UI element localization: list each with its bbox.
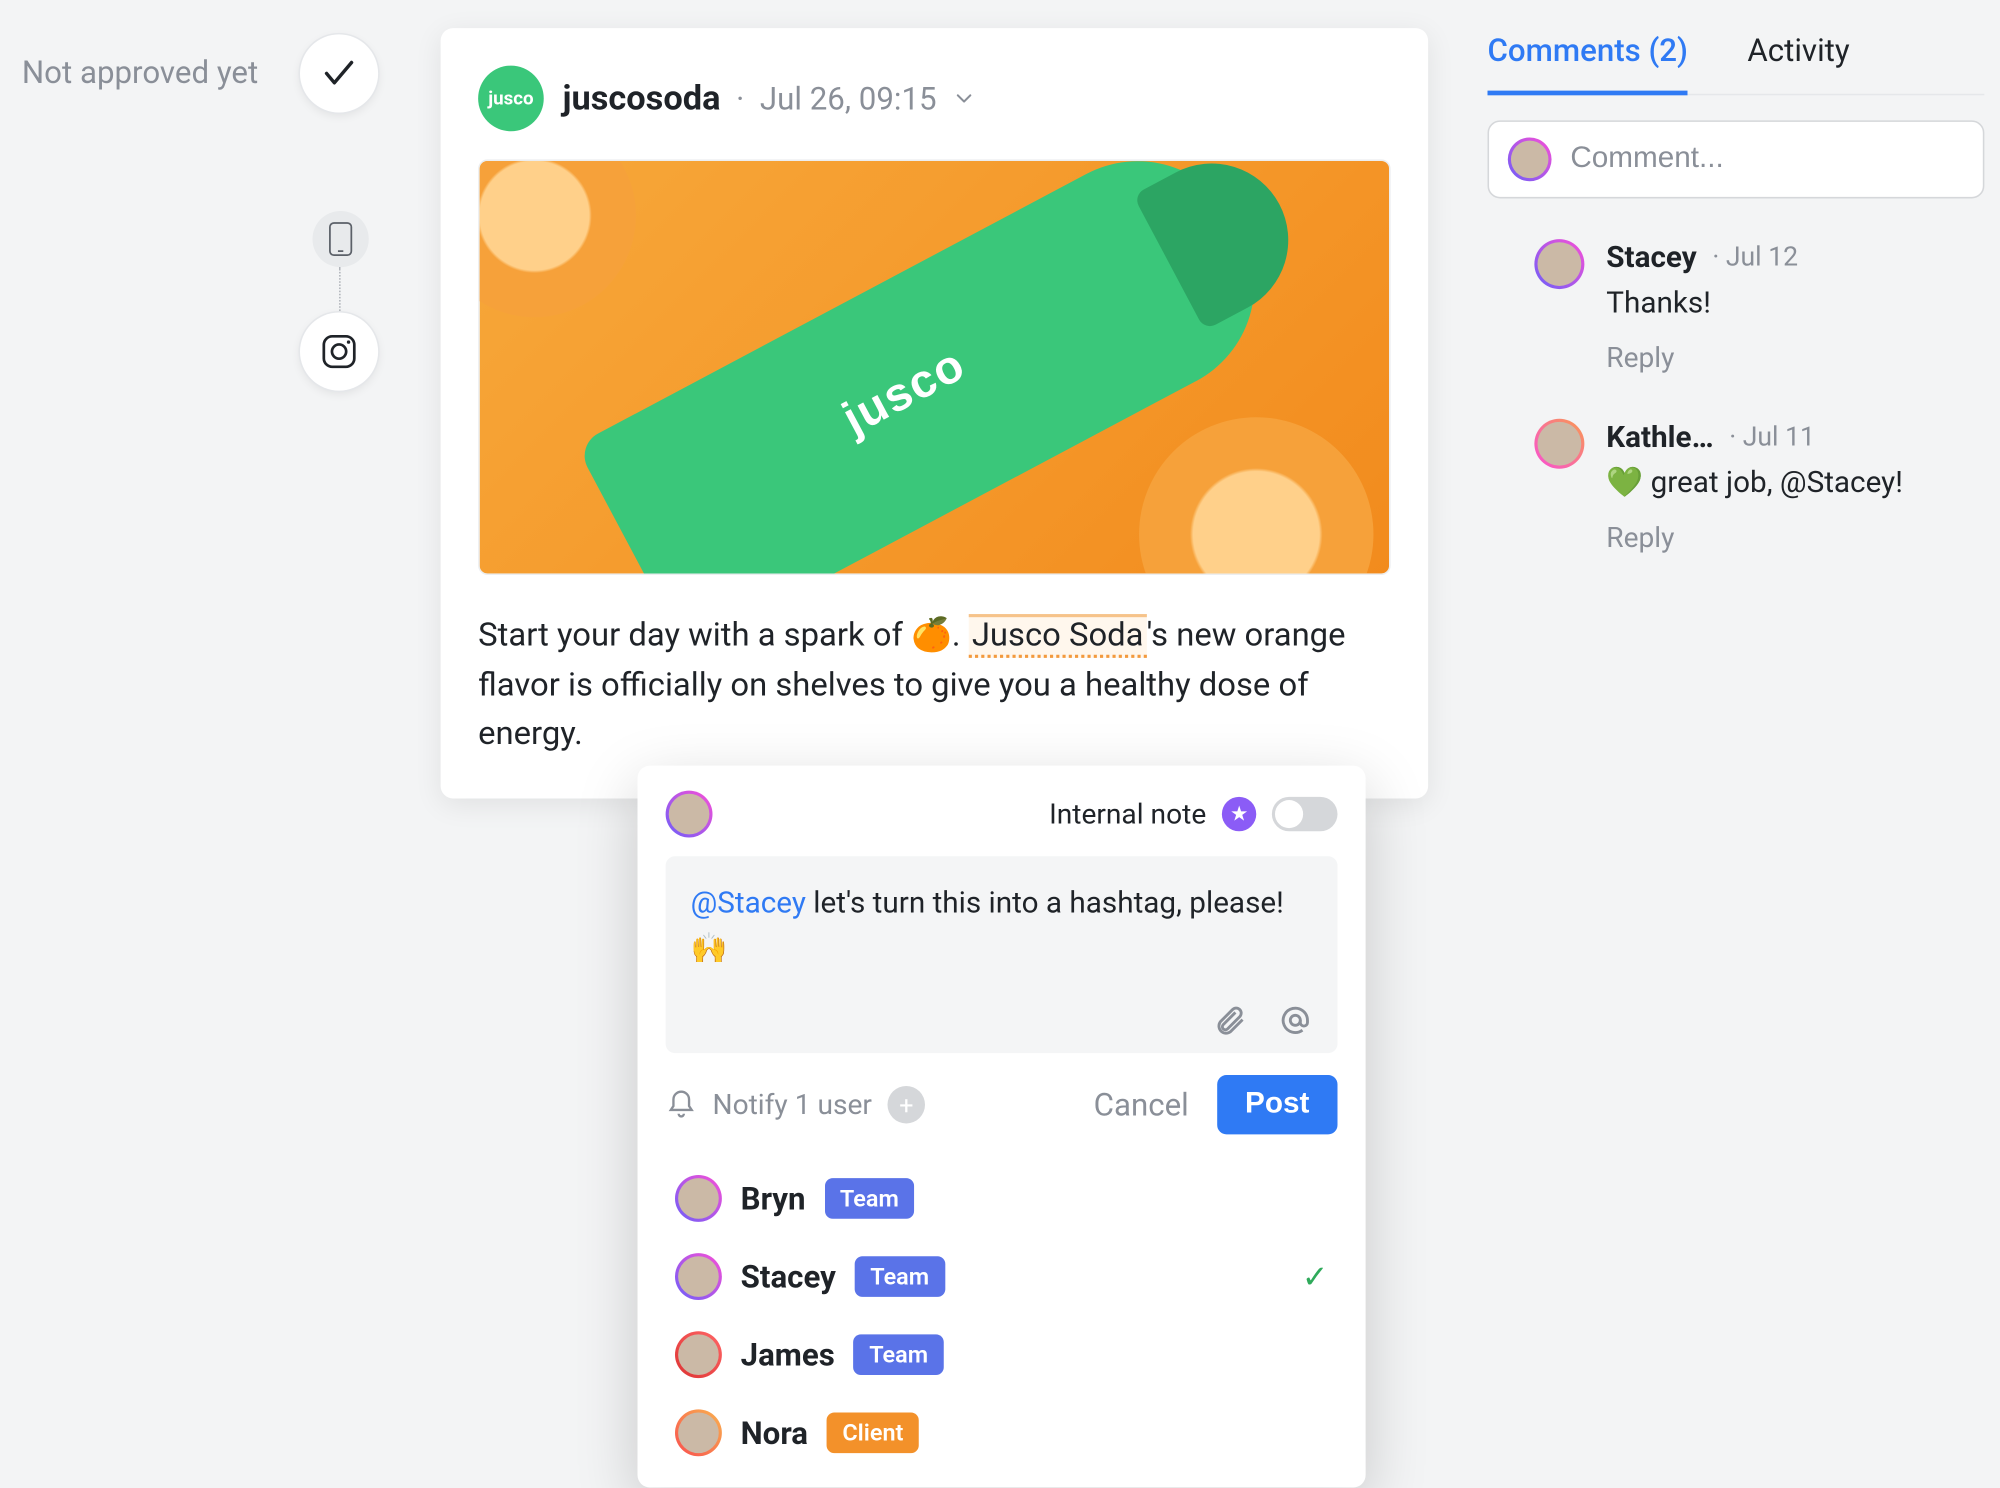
avatar	[675, 1253, 722, 1300]
connector-line	[339, 267, 341, 317]
role-badge: Team	[824, 1178, 914, 1219]
cancel-button[interactable]: Cancel	[1094, 1086, 1189, 1124]
post-image: jusco	[478, 159, 1391, 575]
tab-activity[interactable]: Activity	[1747, 31, 1849, 94]
reply-button[interactable]: Reply	[1606, 342, 1984, 375]
comment-date: · Jul 11	[1729, 421, 1815, 452]
panel-tabs: Comments (2) Activity	[1488, 31, 1985, 95]
comment-input-wrap[interactable]	[1488, 120, 1985, 198]
user-name: Bryn	[741, 1180, 806, 1218]
comment-composer: Internal note ★ @Stacey let's turn this …	[638, 766, 1366, 1488]
post-card: jusco juscosoda · Jul 26, 09:15 jusco St…	[441, 28, 1429, 798]
avatar	[675, 1175, 722, 1222]
post-button[interactable]: Post	[1217, 1075, 1338, 1134]
internal-note-label: Internal note	[1049, 798, 1206, 831]
user-row[interactable]: Nora Client	[666, 1394, 1338, 1472]
device-mobile-button[interactable]	[313, 211, 369, 267]
avatar	[675, 1409, 722, 1456]
post-caption[interactable]: Start your day with a spark of 🍊. Jusco …	[478, 613, 1391, 761]
bell-icon	[666, 1089, 697, 1120]
avatar	[675, 1331, 722, 1378]
comment: Stacey · Jul 12 Thanks! Reply	[1534, 239, 1984, 375]
right-panel: Comments (2) Activity Stacey · Jul 12 Th…	[1488, 31, 1985, 554]
approve-button[interactable]	[300, 34, 378, 112]
role-badge: Team	[854, 1334, 944, 1375]
internal-note-toggle[interactable]	[1272, 797, 1338, 831]
avatar	[1508, 138, 1552, 182]
notify-user-list: Bryn Team Stacey Team ✓ James Team Nora …	[666, 1150, 1338, 1472]
comment-input[interactable]	[1570, 142, 1964, 176]
post-timestamp[interactable]: Jul 26, 09:15	[760, 80, 937, 118]
attachment-icon[interactable]	[1213, 1003, 1247, 1037]
meta-separator: ·	[736, 80, 744, 118]
mention-icon[interactable]	[1278, 1003, 1312, 1037]
user-row[interactable]: Bryn Team	[666, 1159, 1338, 1237]
selected-check-icon: ✓	[1302, 1258, 1328, 1296]
post-header: jusco juscosoda · Jul 26, 09:15	[478, 66, 1391, 132]
platform-instagram-button[interactable]	[300, 313, 378, 391]
user-row[interactable]: Stacey Team ✓	[666, 1238, 1338, 1316]
tab-comments[interactable]: Comments (2)	[1488, 31, 1688, 95]
current-user-avatar	[666, 791, 713, 838]
comment-author: Stacey	[1606, 239, 1696, 275]
role-badge: Client	[827, 1413, 919, 1454]
approval-status-label: Not approved yet	[22, 53, 258, 91]
comment-text: Thanks!	[1606, 284, 1984, 320]
user-row[interactable]: James Team	[666, 1316, 1338, 1394]
comment-thread: Stacey · Jul 12 Thanks! Reply Kathle… · …	[1488, 239, 1985, 555]
composer-textarea[interactable]: @Stacey let's turn this into a hashtag, …	[666, 856, 1338, 1053]
reply-button[interactable]: Reply	[1606, 522, 1984, 555]
chevron-down-icon[interactable]	[952, 86, 977, 111]
check-icon	[320, 55, 358, 93]
instagram-icon	[319, 331, 360, 372]
post-handle: juscosoda	[563, 79, 721, 118]
mobile-icon	[327, 220, 355, 258]
bottle-brand-text: jusco	[835, 339, 975, 447]
star-badge-icon: ★	[1222, 797, 1256, 831]
avatar	[1534, 419, 1584, 469]
user-name: Nora	[741, 1414, 808, 1452]
add-notify-user-button[interactable]: +	[888, 1086, 926, 1124]
comment-text: 💚 great job, @Stacey!	[1606, 464, 1984, 500]
comment-date: · Jul 12	[1712, 241, 1798, 272]
avatar	[1534, 239, 1584, 289]
mention-chip[interactable]: @Stacey	[691, 884, 806, 920]
user-name: Stacey	[741, 1258, 836, 1296]
comment-author: Kathle…	[1606, 419, 1713, 455]
user-name: James	[741, 1336, 835, 1374]
comment: Kathle… · Jul 11 💚 great job, @Stacey! R…	[1534, 419, 1984, 555]
highlighted-brand[interactable]: Jusco Soda	[969, 614, 1147, 658]
brand-avatar: jusco	[478, 66, 544, 132]
notify-label[interactable]: Notify 1 user	[713, 1088, 872, 1121]
role-badge: Team	[855, 1256, 945, 1297]
